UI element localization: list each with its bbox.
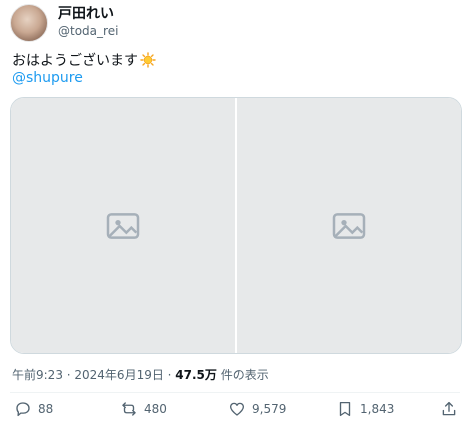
like-count: 9,579 <box>252 402 287 416</box>
retweet-count: 480 <box>144 402 167 416</box>
media-grid <box>10 97 462 354</box>
image-placeholder-icon <box>106 212 140 239</box>
view-count-label: 件の表示 <box>216 368 269 382</box>
photo-2[interactable] <box>237 98 461 353</box>
display-name[interactable]: 戸田れい <box>58 6 118 23</box>
retweet-icon <box>122 402 136 416</box>
tweet-text-body: おはようございます <box>12 53 138 69</box>
heart-icon <box>229 402 245 416</box>
sun-emoji-icon <box>140 52 156 68</box>
bookmark-icon <box>339 401 351 417</box>
divider <box>10 392 460 393</box>
avatar[interactable] <box>10 4 48 42</box>
like-button[interactable]: 9,579 <box>228 400 286 418</box>
retweet-button[interactable]: 480 <box>120 400 167 418</box>
share-button[interactable] <box>440 400 458 418</box>
mention-link[interactable]: @shupure <box>12 70 83 86</box>
author-names: 戸田れい @toda_rei <box>58 6 118 40</box>
user-handle[interactable]: @toda_rei <box>58 23 118 40</box>
view-count: 47.5万 <box>175 368 217 382</box>
action-bar: 88 480 9,579 1,843 <box>0 400 470 430</box>
timestamp[interactable]: 午前9:23 · 2024年6月19日 · <box>12 368 175 382</box>
share-icon <box>442 401 456 416</box>
bookmark-count: 1,843 <box>360 402 395 416</box>
reply-button[interactable]: 88 <box>14 400 53 418</box>
reply-count: 88 <box>38 402 54 416</box>
tweet-text: おはようございます <box>12 50 156 70</box>
image-placeholder-icon <box>332 212 366 239</box>
tweet-card: 戸田れい @toda_rei おはようございます @shupure 午前9:23… <box>0 0 470 436</box>
bookmark-button[interactable]: 1,843 <box>336 400 394 418</box>
tweet-header: 戸田れい @toda_rei <box>10 4 118 42</box>
tweet-meta: 午前9:23 · 2024年6月19日 · 47.5万 件の表示 <box>12 366 269 383</box>
photo-1[interactable] <box>11 98 235 353</box>
reply-icon <box>16 402 30 417</box>
